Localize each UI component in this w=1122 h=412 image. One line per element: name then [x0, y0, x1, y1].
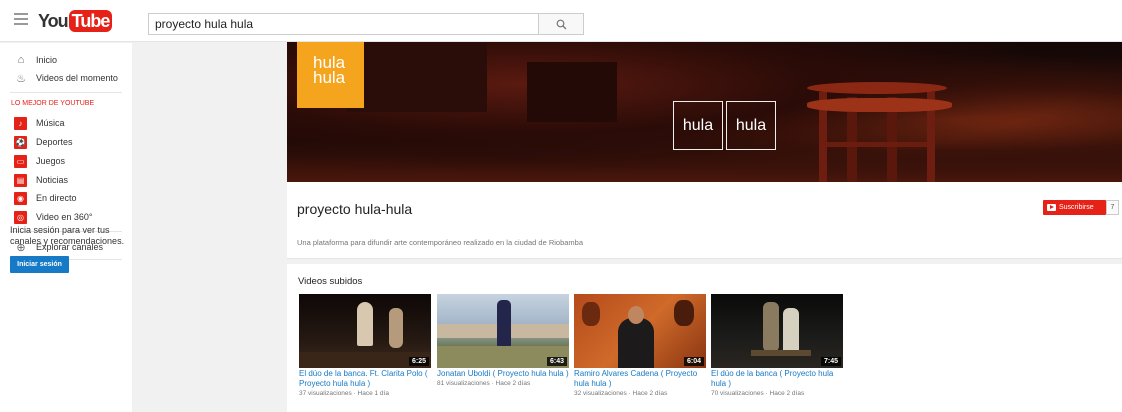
channel-description: Una plataforma para difundir arte contem…	[297, 238, 584, 247]
channel-name[interactable]: proyecto hula-hula	[297, 201, 412, 217]
video-card[interactable]: 6:04 Ramiro Alvares Cadena ( Proyecto hu…	[574, 294, 706, 397]
news-icon: ▤	[14, 173, 27, 187]
signin-button[interactable]: Iniciar sesión	[10, 256, 69, 273]
avatar-text: hula	[313, 68, 346, 87]
youtube-logo[interactable]: You Tube	[38, 10, 113, 32]
sidebar-item-home[interactable]: ⌂ Inicio	[14, 52, 57, 68]
video-title[interactable]: El dúo de la banca. Ft. Clarita Polo ( P…	[299, 369, 431, 389]
video-meta: 32 visualizaciones · Hace 2 días	[574, 390, 668, 397]
sidebar-item-label: Video en 360°	[36, 212, 93, 222]
video-title[interactable]: Jonatan Uboldi ( Proyecto hula hula )	[437, 369, 569, 379]
video-card[interactable]: 6:25 El dúo de la banca. Ft. Clarita Pol…	[299, 294, 431, 397]
sidebar-item-label: Noticias	[36, 175, 69, 185]
video-thumbnail[interactable]: 6:04	[574, 294, 706, 368]
sidebar-item-gaming[interactable]: ▭ Juegos	[14, 153, 65, 169]
video-meta: 70 visualizaciones · Hace 2 días	[711, 390, 805, 397]
trending-icon: ♨	[16, 72, 26, 85]
signin-prompt: Inicia sesión para ver tus canales y rec…	[10, 225, 125, 246]
video-thumbnail[interactable]: 6:43	[437, 294, 569, 368]
home-icon: ⌂	[17, 54, 25, 66]
sidebar-item-label: En directo	[36, 193, 77, 203]
sidebar-item-label: Videos del momento	[36, 73, 118, 83]
subscribe-label: Suscribirse	[1059, 204, 1094, 211]
video-thumbnail[interactable]: 6:25	[299, 294, 431, 368]
sidebar-item-label: Música	[36, 118, 65, 128]
sidebar-item-label: Deportes	[36, 137, 73, 147]
search-icon	[556, 19, 567, 30]
sidebar-item-live[interactable]: ◉ En directo	[14, 190, 77, 206]
video-duration: 6:25	[408, 357, 429, 366]
uploads-title[interactable]: Videos subidos	[298, 276, 362, 287]
video-title[interactable]: Ramiro Alvares Cadena ( Proyecto hula hu…	[574, 369, 706, 389]
search-button[interactable]	[538, 13, 584, 35]
video-duration: 6:43	[546, 357, 567, 366]
channel-avatar[interactable]: hula hula	[297, 42, 364, 108]
logo-you-text: You	[38, 10, 69, 31]
video-title[interactable]: El dúo de la banca ( Proyecto hula hula …	[711, 369, 843, 389]
sidebar-item-music[interactable]: ♪ Música	[14, 115, 65, 131]
search-input[interactable]: proyecto hula hula	[148, 13, 539, 35]
logo-tube-text: Tube	[68, 10, 113, 32]
live-icon: ◉	[14, 191, 27, 205]
video-duration: 7:45	[820, 357, 841, 366]
subscriber-count: 7	[1106, 200, 1119, 215]
banner-word: hula	[673, 101, 723, 150]
top-bar: You Tube proyecto hula hula	[0, 0, 1122, 42]
menu-icon[interactable]	[14, 13, 28, 25]
youtube-play-icon	[1047, 204, 1056, 211]
music-icon: ♪	[14, 116, 27, 130]
gaming-icon: ▭	[14, 154, 27, 168]
sports-icon: ⚽	[14, 135, 27, 149]
sidebar-item-label: Juegos	[36, 156, 66, 166]
sidebar-item-sports[interactable]: ⚽ Deportes	[14, 134, 73, 150]
divider	[10, 92, 122, 93]
video-thumbnail[interactable]: 7:45	[711, 294, 843, 368]
banner-word: hula	[726, 101, 776, 150]
sidebar-item-trending[interactable]: ♨ Videos del momento	[14, 70, 118, 86]
sidebar: ⌂ Inicio ♨ Videos del momento LO MEJOR D…	[0, 43, 132, 412]
video-duration: 6:04	[683, 357, 704, 366]
video-meta: 37 visualizaciones · Hace 1 día	[299, 390, 389, 397]
video-card[interactable]: 7:45 El dúo de la banca ( Proyecto hula …	[711, 294, 843, 397]
subscribe-button[interactable]: Suscribirse	[1043, 200, 1106, 215]
sidebar-item-news[interactable]: ▤ Noticias	[14, 172, 68, 188]
video-meta: 81 visualizaciones · Hace 2 días	[437, 380, 531, 387]
section-heading: LO MEJOR DE YOUTUBE	[11, 100, 95, 107]
sidebar-item-label: Inicio	[36, 55, 58, 65]
360-icon: ◎	[14, 210, 27, 224]
sidebar-item-360[interactable]: ◎ Video en 360°	[14, 209, 92, 225]
channel-info-panel	[287, 182, 1122, 259]
video-card[interactable]: 6:43 Jonatan Uboldi ( Proyecto hula hula…	[437, 294, 569, 387]
